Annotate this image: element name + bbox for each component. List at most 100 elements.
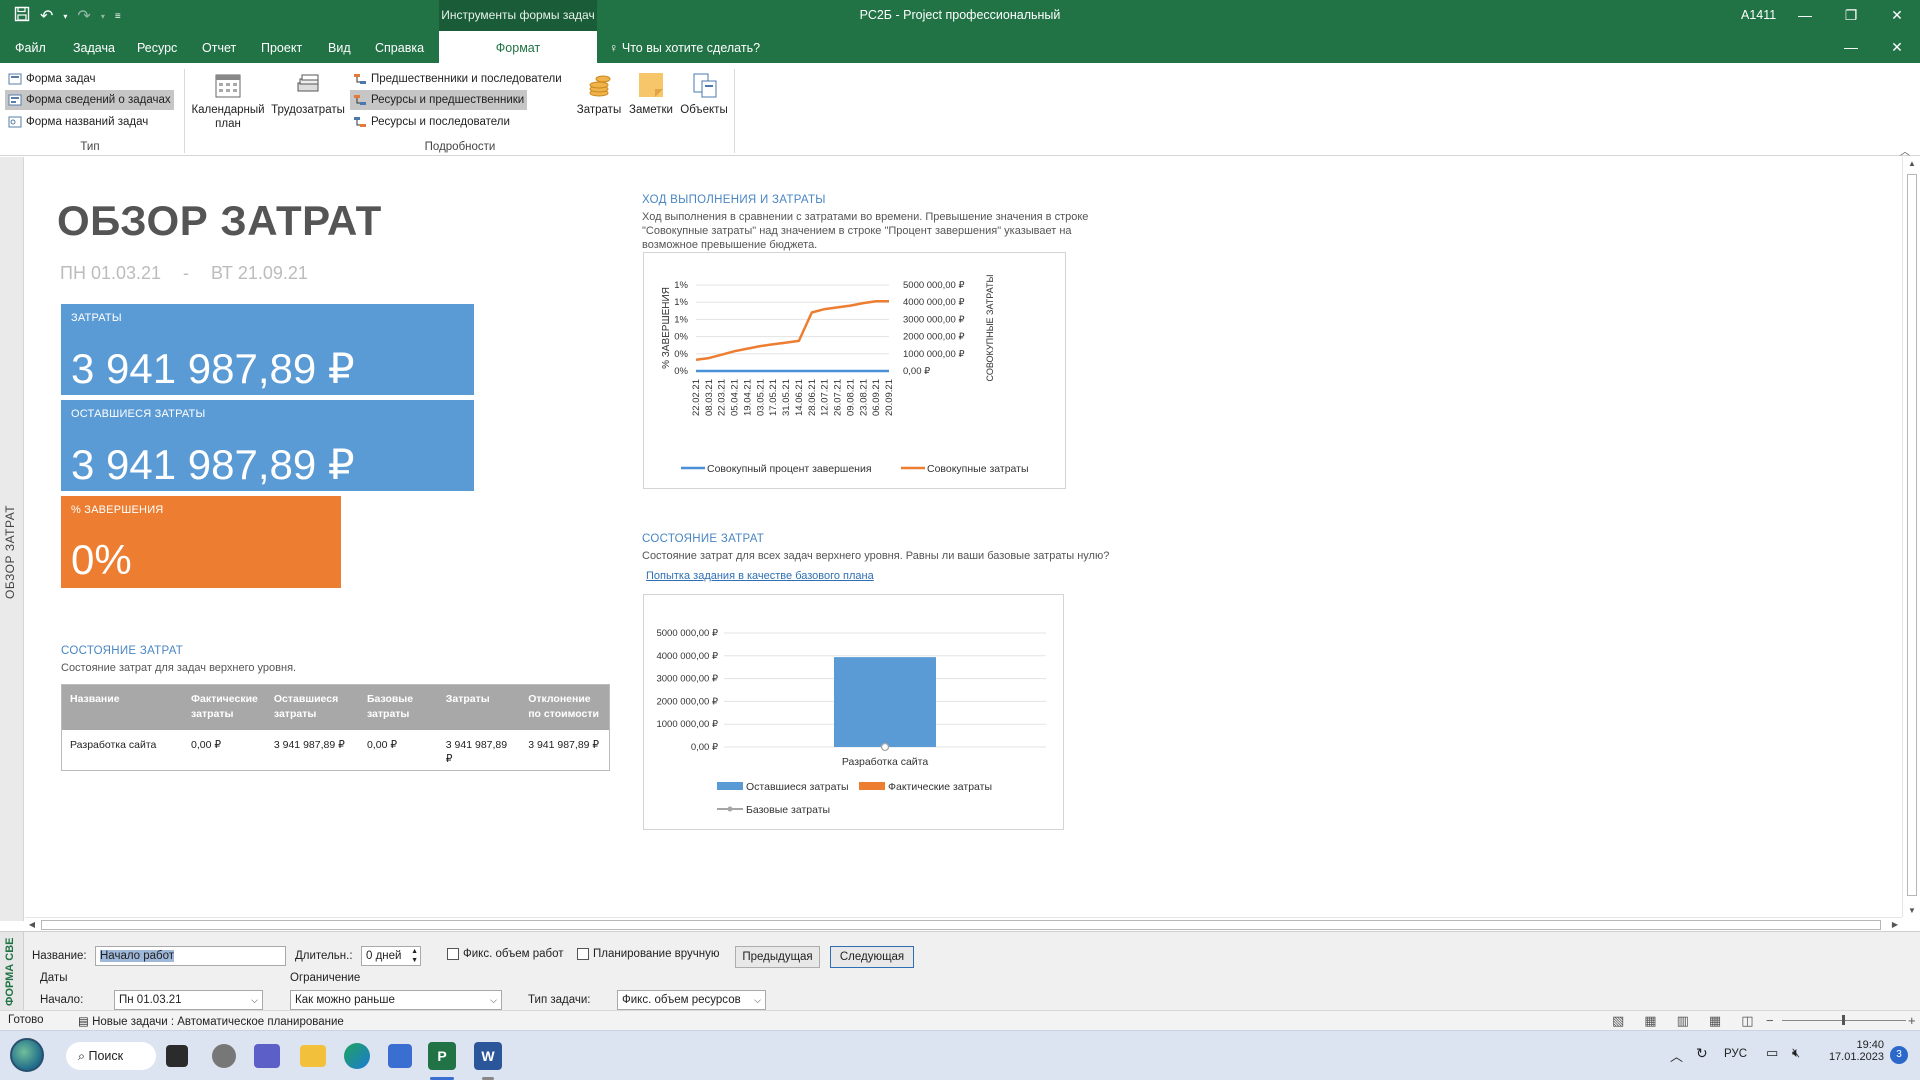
predecessors-successors-option[interactable]: Предшественники и последователи bbox=[350, 69, 565, 89]
fixed-work-checkbox[interactable]: Фикс. объем работ bbox=[447, 948, 564, 960]
manual-schedule-checkbox[interactable]: Планирование вручную bbox=[577, 948, 720, 960]
duration-input[interactable]: 0 дней ▲ ▼ bbox=[361, 946, 421, 966]
restore-icon[interactable]: ❐ bbox=[1828, 0, 1874, 31]
zoom-slider-thumb[interactable] bbox=[1842, 1015, 1845, 1025]
undo-dropdown-icon[interactable]: ▾ bbox=[63, 8, 67, 26]
teams-chat-icon[interactable] bbox=[254, 1044, 280, 1068]
tab-format[interactable]: Формат bbox=[439, 31, 597, 63]
collapse-ribbon-icon[interactable]: ︿ bbox=[1900, 143, 1910, 158]
start-button[interactable] bbox=[10, 1038, 44, 1072]
redo-icon[interactable]: ↷ bbox=[77, 8, 90, 26]
previous-button[interactable]: Предыдущая bbox=[735, 946, 820, 968]
project-app-icon[interactable]: P bbox=[428, 1042, 456, 1070]
scroll-down-icon[interactable]: ▼ bbox=[1903, 906, 1920, 915]
horizontal-scroll-thumb[interactable] bbox=[41, 920, 1881, 930]
tab-project[interactable]: Проект bbox=[261, 31, 302, 63]
sheet-view-icon[interactable]: ▦ bbox=[1709, 1013, 1721, 1029]
user-name[interactable]: А1411 bbox=[1741, 0, 1776, 31]
taskbar-search[interactable]: ⌕ Поиск bbox=[66, 1042, 156, 1070]
team-planner-icon[interactable]: ▥ bbox=[1677, 1013, 1689, 1029]
vertical-scroll-thumb[interactable] bbox=[1907, 174, 1917, 896]
file-explorer-icon[interactable] bbox=[300, 1045, 326, 1067]
work-button[interactable]: Трудозатраты bbox=[270, 71, 346, 117]
form-view-label: ФОРМА СВЕ bbox=[4, 937, 16, 1006]
tab-view[interactable]: Вид bbox=[328, 31, 351, 63]
undo-icon[interactable]: ↶ bbox=[40, 8, 53, 26]
x-tick-label: 26.07.21 bbox=[833, 379, 844, 416]
duration-stepper-icon[interactable]: ▲ ▼ bbox=[411, 947, 418, 965]
calendar-plan-button[interactable]: Календарный план bbox=[190, 71, 266, 131]
tell-me-search[interactable]: ♀ Что вы хотите сделать? bbox=[609, 31, 760, 65]
resources-predecessors-option[interactable]: Ресурсы и предшественники bbox=[350, 90, 528, 110]
x-tick-label: 28.06.21 bbox=[807, 379, 818, 416]
ribbon-close-icon[interactable]: ✕ bbox=[1874, 31, 1920, 63]
new-tasks-mode[interactable]: ▤ Новые задачи : Автоматическое планиров… bbox=[78, 1014, 344, 1028]
zoom-out-icon[interactable]: − bbox=[1766, 1013, 1774, 1028]
minimize-icon[interactable]: — bbox=[1782, 0, 1828, 31]
x-tick-label: Разработка сайта bbox=[842, 756, 929, 768]
checkbox-icon bbox=[447, 948, 459, 960]
coins-icon bbox=[585, 71, 613, 99]
ribbon-minimize-icon[interactable]: — bbox=[1828, 31, 1874, 63]
redo-dropdown-icon[interactable]: ▾ bbox=[101, 8, 105, 26]
zoom-in-icon[interactable]: + bbox=[1908, 1013, 1916, 1028]
notes-button[interactable]: Заметки bbox=[626, 71, 676, 117]
widgets-icon[interactable] bbox=[212, 1044, 236, 1068]
tray-overflow-icon[interactable]: ︿ bbox=[1670, 1046, 1683, 1065]
x-tick-label: 14.06.21 bbox=[794, 379, 805, 416]
task-name-input[interactable]: Начало работ bbox=[95, 946, 286, 966]
kpi-remaining-value: 3 941 987,89 ₽ bbox=[71, 441, 355, 488]
details-group-label: Подробности bbox=[424, 141, 496, 153]
start-date-select[interactable]: Пн 01.03.21 ⌵ bbox=[114, 990, 263, 1010]
task-usage-icon[interactable]: ▦ bbox=[1644, 1013, 1656, 1029]
tab-resource[interactable]: Ресурс bbox=[137, 31, 177, 63]
bar-chart-svg: 0,00 ₽ 1000 000,00 ₽ 2000 000,00 ₽ 3000 000… bbox=[656, 628, 1046, 816]
horizontal-scrollbar[interactable]: ◀ ▶ bbox=[25, 917, 1902, 931]
clock[interactable]: 19:40 17.01.2023 bbox=[1820, 1039, 1884, 1063]
set-baseline-link[interactable]: Попытка задания в качестве базового план… bbox=[646, 570, 874, 582]
task-form-option[interactable]: Форма задач bbox=[5, 69, 99, 89]
form-details-icon bbox=[8, 93, 22, 107]
task-type-select[interactable]: Фикс. объем ресурсов ⌵ bbox=[617, 990, 766, 1010]
vertical-scrollbar[interactable]: ▲ ▼ bbox=[1902, 157, 1920, 917]
word-app-icon[interactable]: W bbox=[474, 1042, 502, 1070]
costs-button[interactable]: Затраты bbox=[576, 71, 622, 117]
cell-remaining-cost: 3 941 987,89 ₽ bbox=[265, 730, 359, 771]
progress-cost-chart[interactable]: 0,00 ₽ 1000 000,00 ₽ 2000 000,00 ₽ 3000 000… bbox=[643, 252, 1066, 489]
constraint-select[interactable]: Как можно раньше ⌵ bbox=[290, 990, 502, 1010]
tab-file[interactable]: Файл bbox=[15, 31, 46, 63]
objects-button[interactable]: Объекты bbox=[678, 71, 730, 117]
y-tick-label: 2000 000,00 ₽ bbox=[656, 696, 718, 707]
cell-baseline-cost: 0,00 ₽ bbox=[358, 730, 438, 771]
volume-muted-icon[interactable]: 🔇︎ bbox=[1792, 1045, 1800, 1061]
col-baseline-cost: Базовые затраты bbox=[358, 684, 438, 730]
scroll-left-icon[interactable]: ◀ bbox=[25, 918, 39, 932]
save-icon[interactable] bbox=[14, 6, 30, 27]
task-details-form-option[interactable]: Форма сведений о задачах bbox=[5, 90, 174, 110]
language-indicator[interactable]: РУС bbox=[1724, 1048, 1747, 1060]
edge-browser-icon[interactable] bbox=[344, 1043, 370, 1069]
y-tick-label: 1% bbox=[674, 314, 688, 325]
display-icon[interactable]: ▭ bbox=[1766, 1045, 1778, 1061]
tab-report[interactable]: Отчет bbox=[202, 31, 236, 63]
scroll-up-icon[interactable]: ▲ bbox=[1903, 159, 1920, 168]
next-button[interactable]: Следующая bbox=[830, 946, 914, 968]
view-bar-label: ОБЗОР ЗАТРАТ bbox=[3, 504, 17, 600]
notification-badge[interactable]: 3 bbox=[1890, 1046, 1908, 1064]
cost-status-chart[interactable]: 0,00 ₽ 1000 000,00 ₽ 2000 000,00 ₽ 3000 000… bbox=[643, 594, 1064, 830]
col-name: Название bbox=[61, 684, 184, 730]
tab-task[interactable]: Задача bbox=[73, 31, 115, 63]
store-icon[interactable] bbox=[388, 1044, 412, 1068]
resources-successors-option[interactable]: Ресурсы и последователи bbox=[350, 112, 513, 132]
report-view-icon[interactable]: ◫ bbox=[1741, 1013, 1753, 1029]
chevron-down-icon: ⌵ bbox=[251, 995, 258, 1005]
close-icon[interactable]: ✕ bbox=[1874, 0, 1920, 31]
gantt-view-icon[interactable]: ▧ bbox=[1612, 1013, 1624, 1029]
calendar-plan-label-line2: план bbox=[215, 118, 241, 130]
tab-help[interactable]: Справка bbox=[375, 31, 424, 63]
sync-icon[interactable]: ↻ bbox=[1696, 1045, 1708, 1062]
customize-qat-icon[interactable]: ≡ bbox=[115, 8, 121, 26]
scroll-right-icon[interactable]: ▶ bbox=[1888, 918, 1902, 932]
task-view-icon[interactable] bbox=[166, 1045, 188, 1067]
task-name-form-option[interactable]: Форма названий задач bbox=[5, 112, 151, 132]
